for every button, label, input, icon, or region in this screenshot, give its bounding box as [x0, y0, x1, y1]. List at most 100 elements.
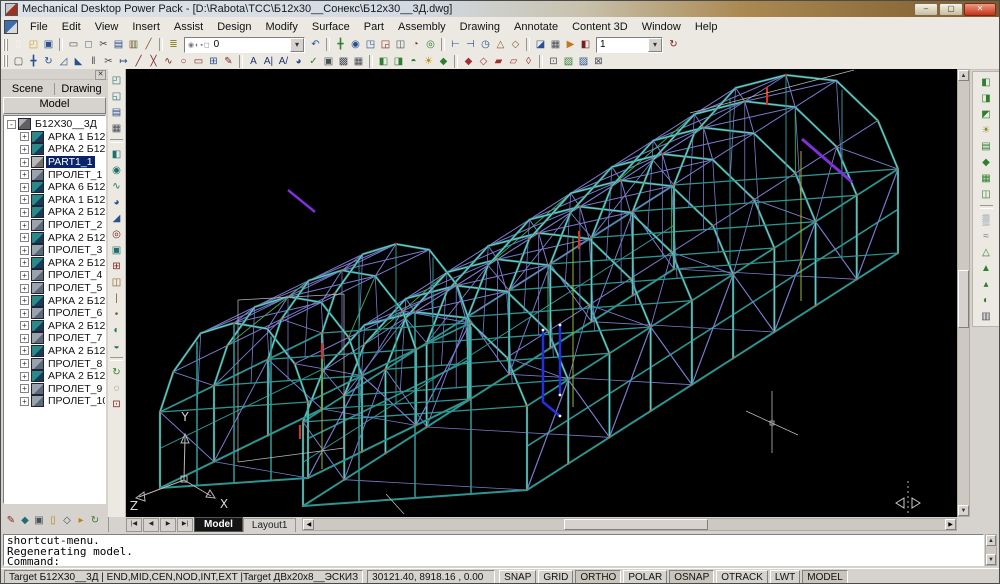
line-icon[interactable]: ╱: [131, 54, 146, 68]
toggle-model[interactable]: MODEL: [802, 570, 848, 584]
tree-item[interactable]: +ПРОЛЕТ_7: [5, 332, 105, 345]
tree-item[interactable]: +АРКА 2 Б1230_1: [5, 143, 105, 156]
scroll-down-icon[interactable]: ▼: [958, 505, 969, 516]
match-properties-icon[interactable]: ╱: [141, 38, 156, 52]
mtext-icon[interactable]: A|: [261, 54, 276, 68]
toggle-polar[interactable]: POLAR: [623, 570, 667, 584]
tree-item[interactable]: +ПРОЛЕТ_6: [5, 307, 105, 320]
materials-library-icon[interactable]: ▦: [978, 170, 994, 186]
scroll-down-icon[interactable]: ▼: [986, 554, 996, 565]
sweep-icon[interactable]: ∿: [109, 178, 125, 194]
update-part-icon[interactable]: ↻: [109, 364, 125, 380]
part-modeling-icon[interactable]: ◰: [109, 72, 125, 88]
toggle-otrack[interactable]: OTRACK: [716, 570, 768, 584]
tree-item[interactable]: +АРКА 2 Б1230_8: [5, 345, 105, 358]
expand-icon[interactable]: +: [20, 145, 29, 154]
tab-drawing[interactable]: Drawing: [54, 83, 108, 95]
menu-item[interactable]: Drawing: [453, 19, 507, 35]
tree-item[interactable]: +ПРОЛЕТ_9: [5, 382, 105, 395]
tree-item[interactable]: +АРКА 2 Б1230_7: [5, 320, 105, 333]
select-icon[interactable]: ▢: [11, 54, 26, 68]
lights-icon[interactable]: ☀: [421, 54, 436, 68]
toggle-ortho[interactable]: ORTHO: [575, 570, 621, 584]
expand-icon[interactable]: +: [20, 246, 29, 255]
offset-icon[interactable]: ‖: [86, 54, 101, 68]
render-icon[interactable]: ◧: [376, 54, 391, 68]
scene-icon[interactable]: ▧: [561, 54, 576, 68]
expand-icon[interactable]: +: [20, 271, 29, 280]
shell-icon[interactable]: ▣: [109, 242, 125, 258]
maximize-button[interactable]: ▢: [939, 3, 963, 16]
profile-icon[interactable]: ◊: [521, 54, 536, 68]
tab-scene[interactable]: Scene: [1, 83, 54, 95]
menu-item[interactable]: Edit: [55, 19, 88, 35]
trash-icon[interactable]: ▯: [46, 513, 60, 527]
coordinates-readout[interactable]: 30121.40, 8918.16 , 0.00: [367, 570, 495, 584]
minimize-button[interactable]: –: [914, 3, 938, 16]
toggle-grid[interactable]: GRID: [538, 570, 573, 584]
tree-item[interactable]: +PART1_1: [5, 156, 105, 169]
array-icon[interactable]: ⊞: [206, 54, 221, 68]
landscape-new-icon[interactable]: △: [978, 244, 994, 260]
construction-line-icon[interactable]: ╳: [146, 54, 161, 68]
viewport-horizontal-scrollbar[interactable]: ◀ ▶: [302, 518, 957, 531]
rotate-icon[interactable]: ↻: [41, 54, 56, 68]
first-tab-button[interactable]: |◀: [126, 518, 142, 532]
save-icon[interactable]: ▣: [41, 38, 56, 52]
work-plane-icon[interactable]: ◫: [109, 274, 125, 290]
extrude-icon[interactable]: ◧: [109, 146, 125, 162]
expand-icon[interactable]: +: [20, 321, 29, 330]
power-dimension-icon[interactable]: ⊢: [448, 38, 463, 52]
expand-icon[interactable]: +: [20, 346, 29, 355]
expand-icon[interactable]: +: [20, 397, 29, 406]
fillet-feature-icon[interactable]: ◕: [109, 194, 125, 210]
menu-item[interactable]: Surface: [305, 19, 357, 35]
balloon-icon[interactable]: ◇: [508, 38, 523, 52]
mirror-icon[interactable]: ◣: [71, 54, 86, 68]
background-icon[interactable]: ▒: [978, 212, 994, 228]
menu-item[interactable]: Annotate: [507, 19, 565, 35]
tree-item[interactable]: +АРКА 2 Б1230_2: [5, 206, 105, 219]
options-3d-icon[interactable]: ⊡: [109, 396, 125, 412]
zoom-realtime-icon[interactable]: ◉: [348, 38, 363, 52]
tab-layout1[interactable]: Layout1: [243, 518, 297, 532]
split-icon[interactable]: ◒: [109, 338, 125, 354]
power-snap-icon[interactable]: ⊣: [463, 38, 478, 52]
tree-item[interactable]: +ПРОЛЕТ_4: [5, 269, 105, 282]
materials-icon[interactable]: ◆: [436, 54, 451, 68]
tab-model[interactable]: Model: [3, 97, 106, 114]
named-views-icon[interactable]: ◫: [393, 38, 408, 52]
scale-icon[interactable]: ◿: [56, 54, 71, 68]
toggle-lwt[interactable]: LWT: [770, 570, 800, 584]
landscape-edit-icon[interactable]: ▲: [978, 260, 994, 276]
detail-view-icon[interactable]: ◷: [478, 38, 493, 52]
new-file-icon[interactable]: ▯: [11, 38, 26, 52]
rectangle-icon[interactable]: ▭: [191, 54, 206, 68]
undo-icon[interactable]: ↶: [308, 38, 323, 52]
expand-icon[interactable]: +: [20, 334, 29, 343]
lights-icon[interactable]: ☀: [978, 122, 994, 138]
render-region-icon[interactable]: ◨: [978, 90, 994, 106]
viewport-vertical-scrollbar[interactable]: ▲ ▼: [957, 69, 970, 517]
expand-icon[interactable]: +: [20, 309, 29, 318]
paste-icon[interactable]: ▥: [126, 38, 141, 52]
options-icon[interactable]: ⊠: [591, 54, 606, 68]
work-axis-icon[interactable]: |: [109, 290, 125, 306]
copy-icon[interactable]: ▤: [111, 38, 126, 52]
tree-item[interactable]: +АРКА 1 Б1230_1: [5, 131, 105, 144]
bom-database-icon[interactable]: ▦: [548, 38, 563, 52]
horizontal-scroll-thumb[interactable]: [564, 519, 708, 530]
mapping-icon[interactable]: ◫: [978, 186, 994, 202]
cut-icon[interactable]: ✂: [96, 38, 111, 52]
chamfer-feature-icon[interactable]: ◢: [109, 210, 125, 226]
expand-icon[interactable]: +: [20, 296, 29, 305]
menu-item[interactable]: Assist: [167, 19, 210, 35]
landscape-library-icon[interactable]: ▴: [978, 276, 994, 292]
statistics-icon[interactable]: ▥: [978, 308, 994, 324]
expand-icon[interactable]: +: [20, 359, 29, 368]
move-icon[interactable]: ╋: [26, 54, 41, 68]
visibility-icon[interactable]: ◌: [109, 380, 125, 396]
expand-icon[interactable]: +: [20, 233, 29, 242]
scenes-icon[interactable]: ▤: [978, 138, 994, 154]
toolbar-grip[interactable]: [3, 39, 9, 51]
